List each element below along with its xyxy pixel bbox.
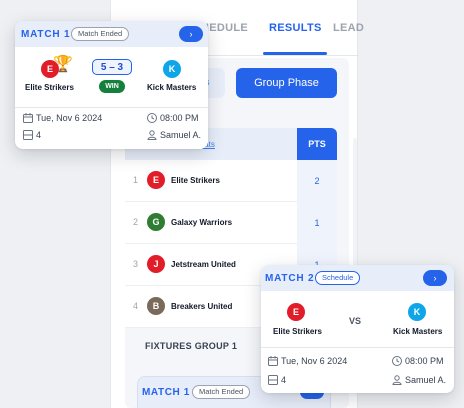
- match-title: MATCH 2: [265, 273, 315, 284]
- match-title: MATCH 1: [21, 29, 71, 40]
- open-match-button[interactable]: ›: [179, 26, 203, 42]
- group-phase-button[interactable]: Group Phase: [236, 68, 337, 98]
- active-tab-indicator: [263, 52, 327, 55]
- rank: 3: [133, 259, 139, 269]
- clock-icon: [147, 113, 157, 123]
- team-points: 2: [297, 160, 337, 202]
- match-referee: Samuel A.: [160, 130, 202, 140]
- match-date: Tue, Nov 6 2024: [36, 113, 103, 123]
- team-name: Breakers United: [171, 302, 233, 311]
- match-status-badge: Match Ended: [192, 385, 251, 399]
- match-field: 4: [36, 130, 42, 140]
- team-points: 1: [297, 202, 337, 244]
- match-2-card[interactable]: MATCH 2 Schedule › E Elite Strikers VS K…: [261, 265, 454, 393]
- versus-label: VS: [349, 316, 362, 326]
- divider: [15, 107, 208, 108]
- field-icon: [268, 375, 278, 385]
- open-match-button[interactable]: ›: [423, 270, 447, 286]
- calendar-icon: [23, 113, 33, 123]
- match-referee: Samuel A.: [405, 375, 447, 385]
- match-card-header: MATCH 2 Schedule ›: [261, 265, 454, 291]
- result-badge: WIN: [99, 80, 125, 93]
- field-icon: [23, 130, 33, 140]
- team-name: Jetstream United: [171, 260, 236, 269]
- clock-icon: [392, 356, 402, 366]
- away-team-name: Kick Masters: [393, 327, 443, 336]
- rank: 1: [133, 175, 139, 185]
- rank: 4: [133, 301, 139, 311]
- team-name: Galaxy Warriors: [171, 218, 233, 227]
- referee-icon: [392, 375, 402, 385]
- match-score: 5 – 3: [92, 59, 132, 75]
- home-team-badge-icon: E: [287, 303, 305, 321]
- away-team-badge-icon: K: [163, 60, 181, 78]
- tab-leaderboard[interactable]: LEAD: [333, 22, 364, 34]
- team-badge-icon: G: [147, 213, 165, 231]
- match-status-badge: Match Ended: [71, 27, 130, 41]
- match-status-badge: Schedule: [315, 271, 361, 285]
- match-field: 4: [281, 375, 287, 385]
- match-time: 08:00 PM: [405, 356, 444, 366]
- match-title: MATCH 1: [142, 387, 190, 398]
- tab-results[interactable]: RESULTS: [269, 22, 322, 34]
- calendar-icon: [268, 356, 278, 366]
- referee-icon: [147, 130, 157, 140]
- divider: [261, 347, 454, 348]
- match-date: Tue, Nov 6 2024: [281, 356, 348, 366]
- table-row[interactable]: 1 E Elite Strikers 2: [125, 160, 337, 202]
- table-row[interactable]: 2 G Galaxy Warriors 1: [125, 202, 337, 244]
- match-card-header: MATCH 1 Match Ended ›: [15, 21, 208, 47]
- fixtures-title: FIXTURES GROUP 1: [145, 341, 238, 351]
- tab-schedule[interactable]: HEDULE: [201, 22, 248, 34]
- team-name: Elite Strikers: [171, 176, 220, 185]
- pts-column-header: PTS: [297, 128, 337, 160]
- team-badge-icon: E: [147, 171, 165, 189]
- team-badge-icon: J: [147, 255, 165, 273]
- match-1-card[interactable]: MATCH 1 Match Ended › E 🏆 Elite Strikers…: [15, 21, 208, 149]
- match-time: 08:00 PM: [160, 113, 199, 123]
- home-team-name: Elite Strikers: [25, 83, 74, 92]
- trophy-icon: 🏆: [53, 56, 73, 73]
- home-team-name: Elite Strikers: [273, 327, 322, 336]
- away-team-badge-icon: K: [408, 303, 426, 321]
- rank: 2: [133, 217, 139, 227]
- team-badge-icon: B: [147, 297, 165, 315]
- away-team-name: Kick Masters: [147, 83, 197, 92]
